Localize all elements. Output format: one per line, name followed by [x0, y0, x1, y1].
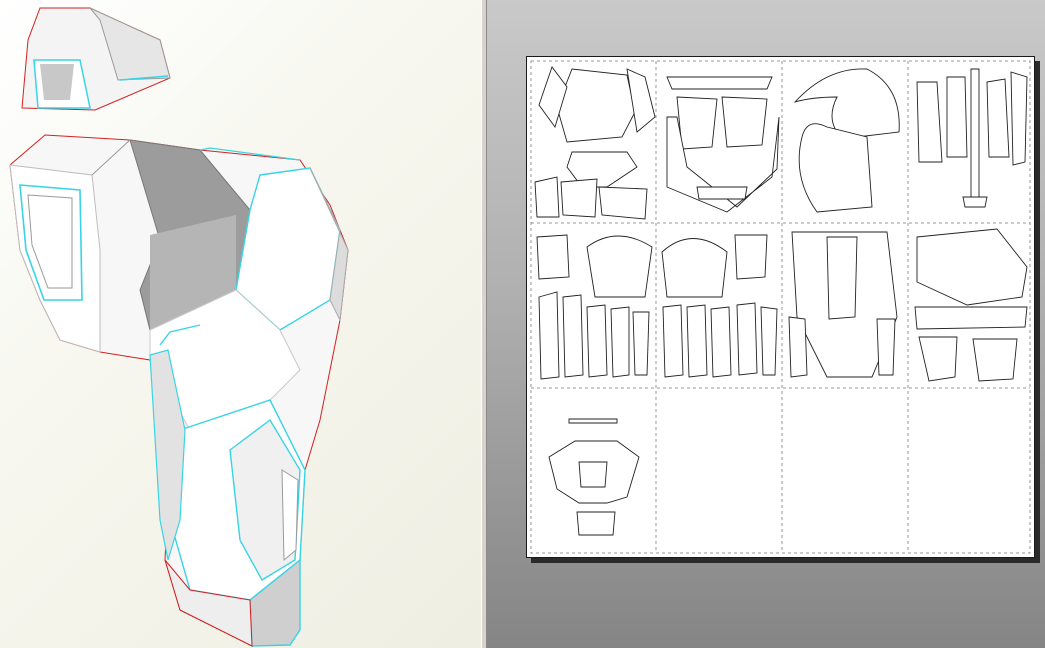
- unfold-part[interactable]: [916, 68, 1028, 208]
- unfold-part[interactable]: [536, 234, 653, 380]
- unfold-part[interactable]: [548, 418, 640, 536]
- unfold-pattern-canvas[interactable]: [527, 57, 1034, 557]
- 3d-armor-model[interactable]: [0, 0, 481, 648]
- model-part-upper-arm[interactable]: [9, 134, 349, 647]
- unfold-part[interactable]: [661, 234, 778, 378]
- model-part-shoulder-cap[interactable]: [21, 7, 171, 111]
- unfold-part[interactable]: [914, 228, 1028, 382]
- paper-sheet[interactable]: [526, 56, 1035, 558]
- unfold-part[interactable]: [534, 66, 656, 220]
- unfold-part[interactable]: [666, 76, 780, 213]
- unfold-part[interactable]: [793, 68, 900, 213]
- unfold-part[interactable]: [788, 231, 898, 378]
- 2d-unfold-layout-view[interactable]: [487, 0, 1045, 648]
- 3d-model-view[interactable]: [0, 0, 481, 648]
